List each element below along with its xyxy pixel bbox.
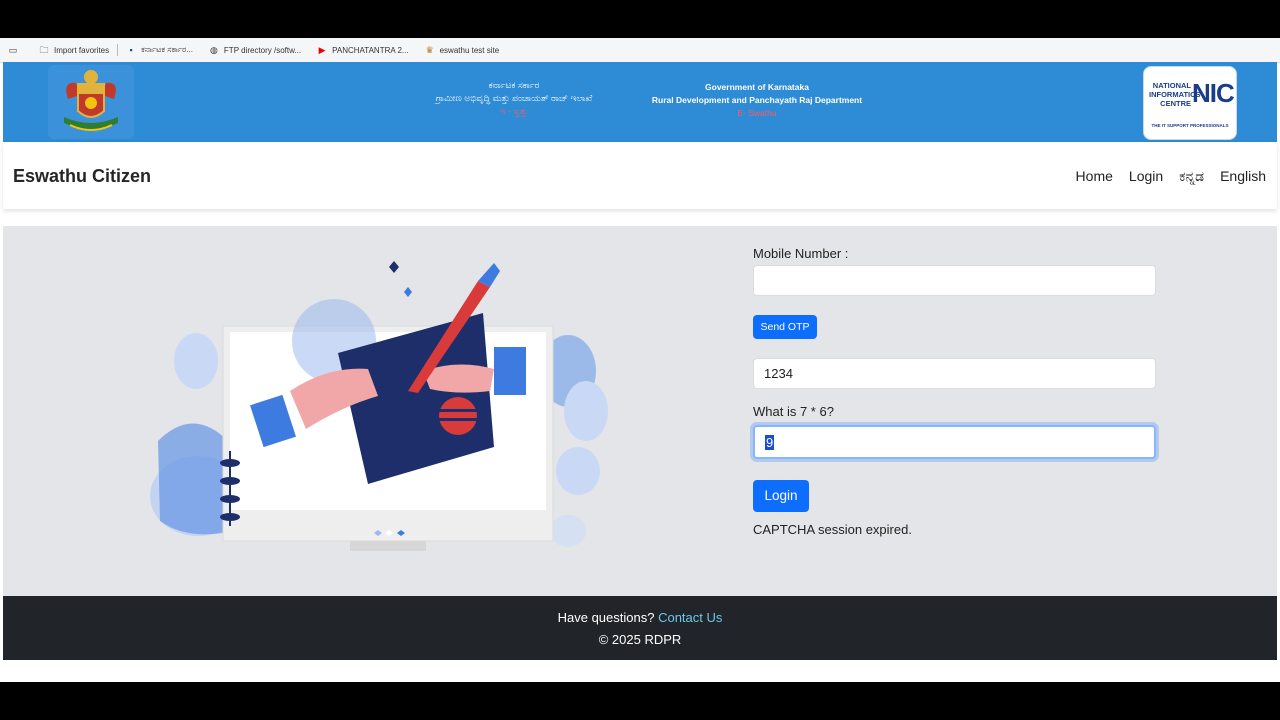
karnataka-emblem-logo [48,65,134,139]
favorite-eswathu-test[interactable]: ♛ eswathu test site [425,45,500,55]
youtube-icon: ▶ [318,45,326,55]
top-navbar: Eswathu Citizen Home Login ಕನ್ನಡ English [3,142,1277,209]
footer-copyright: © 2025 RDPR [598,632,682,647]
login-section: Mobile Number : Send OTP 1234 What is 7 … [3,226,1277,596]
footer: Have questions? Contact Us © 2025 RDPR [3,596,1277,660]
nav-links: Home Login ಕನ್ನಡ English [1060,168,1266,185]
government-header: ಕರ್ನಾಟಕ ಸರ್ಕಾರ ಗ್ರಾಮೀಣ ಅಭಿವೃದ್ಧಿ ಮತ್ತು ಪ… [3,62,1277,142]
folder-icon: 🗀 [39,45,49,55]
browser-window: ▭ 🗀 Import favorites ▪ ಕರ್ನಾಟಕ ಸರ್ಕಾರ...… [0,38,1280,682]
send-otp-button[interactable]: Send OTP [753,315,817,339]
nav-english-link[interactable]: English [1220,168,1266,185]
english-department-title: Government of Karnataka Rural Developmen… [651,82,863,118]
tab-actions-icon[interactable]: ▭ [8,45,23,55]
favorite-karnataka[interactable]: ▪ ಕರ್ನಾಟಕ ಸರ್ಕಾರ... [126,45,193,55]
contact-us-link[interactable]: Contact Us [658,610,722,625]
emblem-icon: ♛ [425,45,434,55]
footer-question: Have questions? Contact Us [557,610,723,625]
divider [117,44,119,56]
login-button[interactable]: Login [753,480,809,512]
captcha-answer-input[interactable]: 9 [753,425,1156,459]
nic-logo: NATIONAL INFORMATICS CENTRE NIC THE IT S… [1143,66,1237,140]
captcha-question: What is 7 * 6? [753,404,834,419]
favorite-import[interactable]: 🗀 Import favorites [39,45,109,55]
favorite-ftp-directory[interactable]: ◍ FTP directory /softw... [209,45,301,55]
page-icon: ▪ [129,45,133,55]
signing-illustration [138,241,628,567]
captcha-error-message: CAPTCHA session expired. [753,522,912,537]
site-brand[interactable]: Eswathu Citizen [13,166,151,187]
otp-input[interactable]: 1234 [753,358,1156,389]
nav-kannada-link[interactable]: ಕನ್ನಡ [1179,168,1204,185]
mobile-number-input[interactable] [753,265,1156,296]
kannada-department-title: ಕರ್ನಾಟಕ ಸರ್ಕಾರ ಗ್ರಾಮೀಣ ಅಭಿವೃದ್ಧಿ ಮತ್ತು ಪ… [435,80,593,116]
nav-home-link[interactable]: Home [1076,168,1113,185]
globe-icon: ◍ [209,45,218,55]
mobile-number-label: Mobile Number : [753,246,849,261]
captcha-answer-text: 9 [765,435,775,450]
favorites-bar: ▭ 🗀 Import favorites ▪ ಕರ್ನಾಟಕ ಸರ್ಕಾರ...… [0,38,1280,63]
favorite-panchatantra[interactable]: ▶ PANCHATANTRA 2... [317,45,409,55]
nav-login-link[interactable]: Login [1129,168,1163,185]
